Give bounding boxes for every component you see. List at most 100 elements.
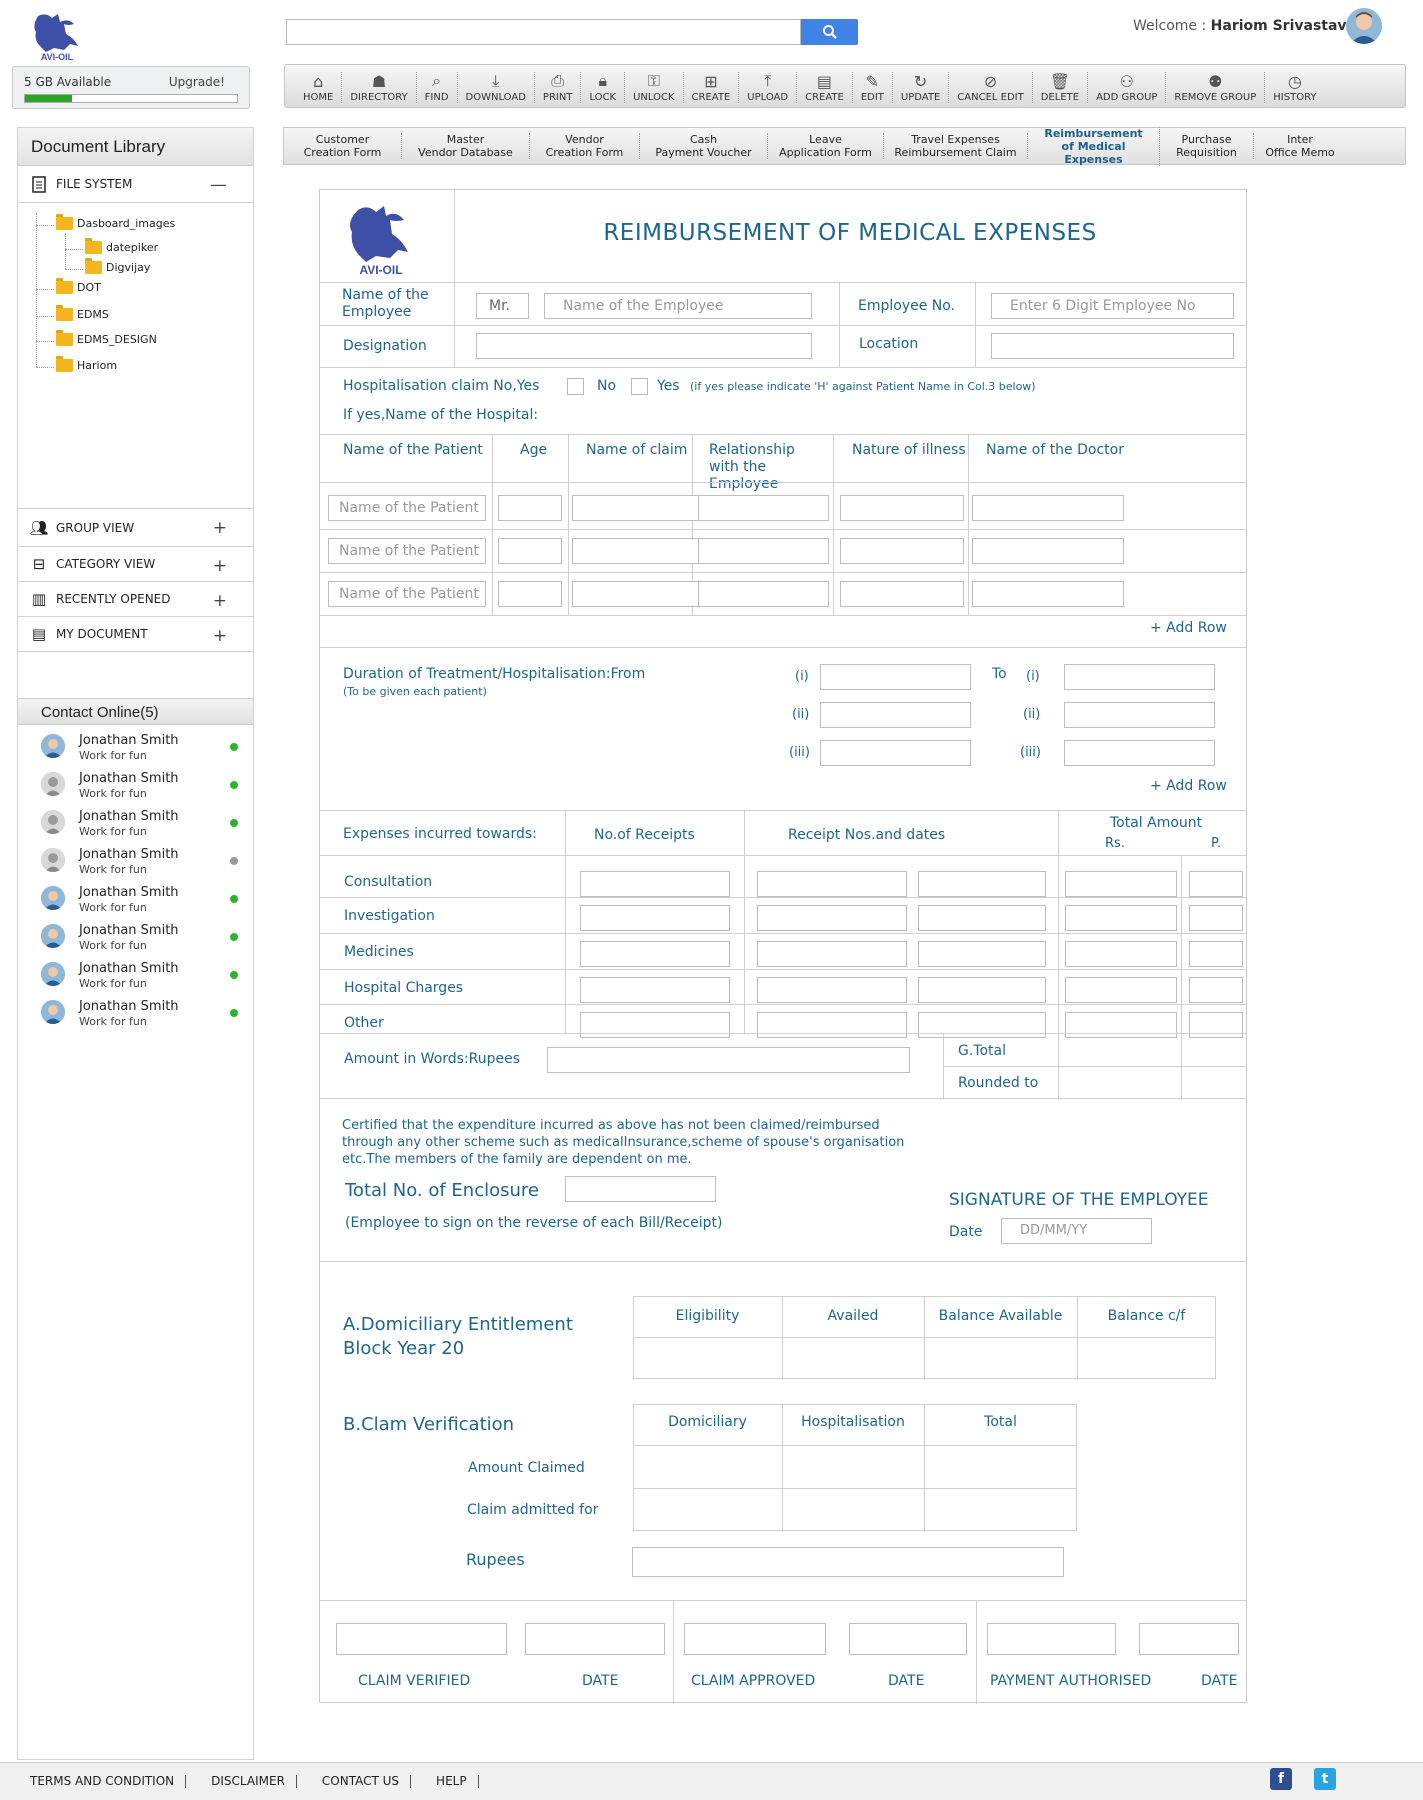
tree-folder-digvijay[interactable]: Digvijay bbox=[85, 258, 150, 274]
enclosure-input[interactable] bbox=[565, 1176, 716, 1202]
expense-amount-input[interactable] bbox=[1189, 1012, 1243, 1038]
patient-field-input[interactable] bbox=[572, 538, 706, 564]
footer-link-disclaimer[interactable]: DISCLAIMER bbox=[200, 1775, 297, 1788]
employee-name-input[interactable]: Name of the Employee bbox=[544, 293, 812, 319]
patient-field-input[interactable] bbox=[840, 538, 964, 564]
patient-field-input[interactable] bbox=[972, 581, 1124, 607]
section-my-document[interactable]: ▤ MY DOCUMENT + bbox=[18, 617, 253, 652]
toolbar-print-button[interactable]: ⎙ PRINT bbox=[535, 71, 582, 103]
tree-folder-dasboard_images[interactable]: Dasboard_images bbox=[56, 214, 175, 230]
upgrade-link[interactable]: Upgrade! bbox=[169, 75, 225, 89]
facebook-icon[interactable]: f bbox=[1270, 1768, 1292, 1790]
sign-block-date-input[interactable] bbox=[849, 1623, 967, 1655]
tree-folder-dot[interactable]: DOT bbox=[56, 278, 101, 294]
title-select[interactable]: Mr. bbox=[476, 293, 529, 319]
duration-from-input[interactable] bbox=[820, 664, 971, 690]
toolbar-upload-button[interactable]: ⤒ UPLOAD bbox=[739, 71, 798, 103]
expense-amount-input[interactable] bbox=[1065, 905, 1177, 931]
expense-amount-input[interactable] bbox=[580, 977, 730, 1003]
duration-from-input[interactable] bbox=[820, 740, 971, 766]
tab-inter[interactable]: Inter Office Memo bbox=[1254, 133, 1346, 159]
toolbar-create-button[interactable]: ▤ CREATE bbox=[797, 72, 853, 103]
toolbar-create-button[interactable]: ⊞ CREATE bbox=[684, 72, 740, 103]
tab-customer[interactable]: Customer Creation Form bbox=[284, 133, 402, 159]
user-avatar[interactable] bbox=[1346, 8, 1382, 44]
duration-to-input[interactable] bbox=[1064, 664, 1215, 690]
tab-vendor[interactable]: Vendor Creation Form bbox=[530, 133, 640, 159]
expense-amount-input[interactable] bbox=[580, 871, 730, 897]
toolbar-find-button[interactable]: ⌕ FIND bbox=[417, 71, 458, 103]
footer-link-contact-us[interactable]: CONTACT US bbox=[311, 1775, 412, 1788]
add-row-patient-button[interactable]: + Add Row bbox=[1150, 620, 1227, 636]
amount-words-input[interactable] bbox=[547, 1047, 910, 1073]
employee-no-input[interactable]: Enter 6 Digit Employee No bbox=[991, 293, 1234, 319]
toolbar-delete-button[interactable]: 🗑︎ DELETE bbox=[1033, 72, 1089, 103]
contact-item[interactable]: Jonathan Smith Work for fun bbox=[18, 839, 253, 877]
tab-master[interactable]: Master Vendor Database bbox=[402, 133, 530, 159]
yes-checkbox[interactable] bbox=[631, 378, 648, 395]
contact-item[interactable]: Jonathan Smith Work for fun bbox=[18, 953, 253, 991]
expense-amount-input[interactable] bbox=[918, 941, 1046, 967]
section-recently-opened[interactable]: ▥ RECENTLY OPENED + bbox=[18, 582, 253, 617]
tab-leave[interactable]: Leave Application Form bbox=[768, 133, 884, 159]
sign-block-date-input[interactable] bbox=[1139, 1623, 1239, 1655]
expense-amount-input[interactable] bbox=[918, 905, 1046, 931]
toolbar-download-button[interactable]: ⤓ DOWNLOAD bbox=[458, 71, 535, 103]
expand-icon[interactable]: + bbox=[213, 626, 227, 646]
expense-amount-input[interactable] bbox=[757, 941, 907, 967]
rupees-input[interactable] bbox=[632, 1547, 1064, 1577]
patient-field-input[interactable] bbox=[498, 538, 562, 564]
toolbar-edit-button[interactable]: ✎ EDIT bbox=[853, 72, 893, 103]
expense-amount-input[interactable] bbox=[580, 941, 730, 967]
patient-field-input[interactable] bbox=[498, 495, 562, 521]
toolbar-lock-button[interactable]: 🔒︎ LOCK bbox=[581, 71, 626, 103]
collapse-icon[interactable]: — bbox=[210, 175, 227, 195]
sign-block-input[interactable] bbox=[987, 1623, 1116, 1655]
contact-item[interactable]: Jonathan Smith Work for fun bbox=[18, 877, 253, 915]
tree-folder-hariom[interactable]: Hariom bbox=[56, 356, 117, 372]
tab-purchase[interactable]: Purchase Requisition bbox=[1160, 133, 1254, 159]
expense-amount-input[interactable] bbox=[918, 871, 1046, 897]
expand-icon[interactable]: + bbox=[213, 518, 227, 538]
toolbar-home-button[interactable]: ⌂ HOME bbox=[295, 72, 343, 103]
toolbar-directory-button[interactable]: ☗ DIRECTORY bbox=[342, 72, 417, 103]
toolbar-add-group-button[interactable]: ⚇ ADD GROUP bbox=[1088, 72, 1167, 103]
patient-field-input[interactable] bbox=[572, 581, 706, 607]
duration-from-input[interactable] bbox=[820, 702, 971, 728]
patient-field-input[interactable] bbox=[698, 538, 829, 564]
tree-folder-edms_design[interactable]: EDMS_DESIGN bbox=[56, 330, 157, 346]
toolbar-cancel-edit-button[interactable]: ⊘ CANCEL EDIT bbox=[949, 72, 1033, 103]
patient-field-input[interactable] bbox=[498, 581, 562, 607]
patient-name-input[interactable]: Name of the Patient bbox=[328, 495, 486, 521]
toolbar-remove-group-button[interactable]: ⚉ REMOVE GROUP bbox=[1166, 72, 1266, 103]
file-system-section[interactable]: FILE SYSTEM — bbox=[18, 166, 253, 203]
duration-to-input[interactable] bbox=[1064, 740, 1215, 766]
expense-amount-input[interactable] bbox=[1189, 905, 1243, 931]
expense-amount-input[interactable] bbox=[1189, 871, 1243, 897]
tab-reimbursement[interactable]: Reimbursement of Medical Expenses bbox=[1028, 126, 1160, 166]
designation-input[interactable] bbox=[476, 333, 812, 359]
no-checkbox[interactable] bbox=[567, 378, 584, 395]
patient-field-input[interactable] bbox=[572, 495, 706, 521]
patient-field-input[interactable] bbox=[972, 495, 1124, 521]
duration-to-input[interactable] bbox=[1064, 702, 1215, 728]
patient-field-input[interactable] bbox=[972, 538, 1124, 564]
expense-amount-input[interactable] bbox=[918, 1012, 1046, 1038]
tree-folder-edms[interactable]: EDMS bbox=[56, 305, 109, 321]
footer-link-terms-and-condition[interactable]: TERMS AND CONDITION bbox=[18, 1775, 187, 1788]
contact-item[interactable]: Jonathan Smith Work for fun bbox=[18, 725, 253, 763]
expense-amount-input[interactable] bbox=[1189, 977, 1243, 1003]
contact-item[interactable]: Jonathan Smith Work for fun bbox=[18, 915, 253, 953]
expense-amount-input[interactable] bbox=[580, 1012, 730, 1038]
tree-folder-datepiker[interactable]: datepiker bbox=[85, 238, 158, 254]
search-button[interactable] bbox=[801, 19, 858, 45]
logo[interactable]: AVI-OIL bbox=[24, 10, 90, 62]
expense-amount-input[interactable] bbox=[1189, 941, 1243, 967]
twitter-icon[interactable]: t bbox=[1314, 1768, 1336, 1790]
toolbar-update-button[interactable]: ↻ UPDATE bbox=[893, 72, 950, 103]
patient-field-input[interactable] bbox=[698, 495, 829, 521]
section-group-view[interactable]: 👥︎ GROUP VIEW + bbox=[18, 509, 253, 547]
tab-travel-expenses[interactable]: Travel Expenses Reimbursement Claim bbox=[884, 133, 1028, 159]
signature-date-input[interactable]: DD/MM/YY bbox=[1001, 1218, 1152, 1244]
expense-amount-input[interactable] bbox=[757, 1012, 907, 1038]
